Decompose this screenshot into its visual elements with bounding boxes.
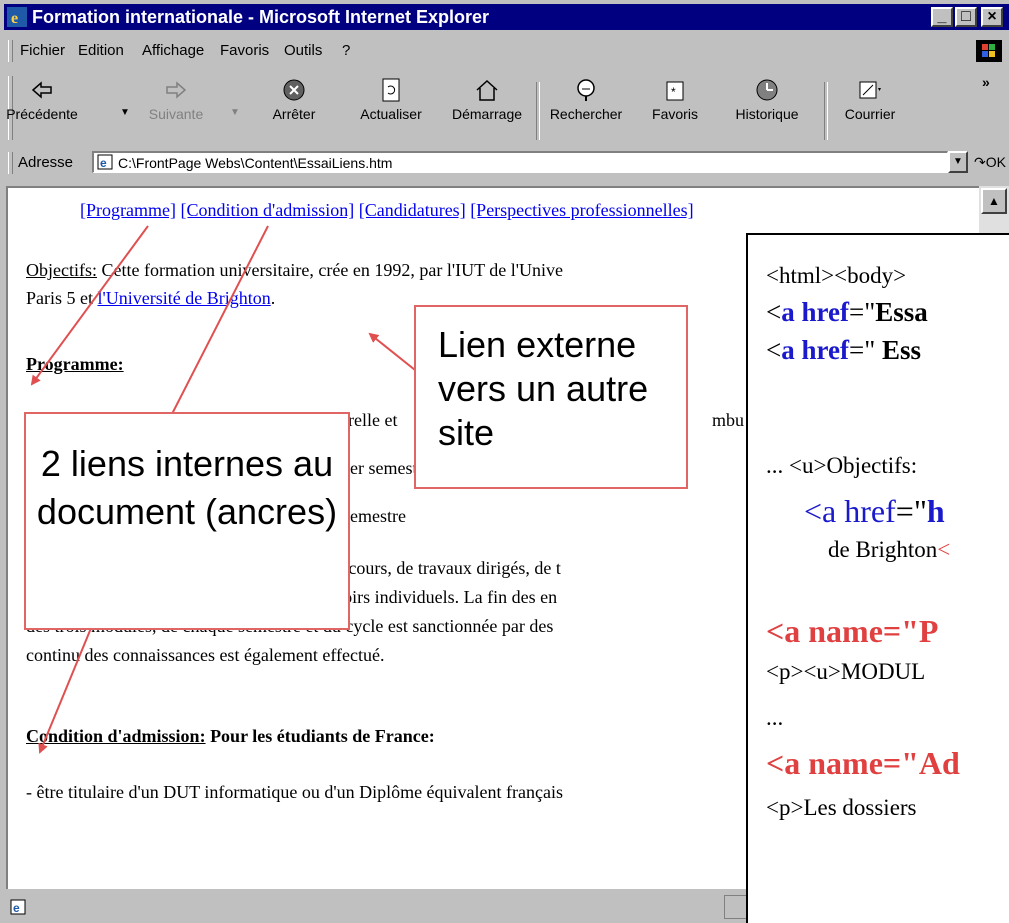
callout-internal-anchors: 2 liens internes au document (ancres)	[24, 412, 350, 630]
code-line: <a href="Essa	[766, 297, 928, 327]
arrow-to-brighton	[368, 332, 416, 371]
code-panel: <html><body> <a href="Essa <a href=" Ess…	[746, 233, 1009, 923]
code-line: <html><body>	[766, 263, 907, 288]
code-line: <a href="h	[804, 493, 945, 529]
code-line: ...	[766, 705, 784, 730]
code-line: <a href=" Ess	[766, 335, 922, 365]
callout-external-link: Lien externe vers un autre site	[414, 305, 688, 489]
code-line: <a name="P	[766, 613, 939, 649]
code-line: ... <u>Objectifs:	[766, 453, 918, 478]
code-line: <p>Les dossiers	[766, 795, 917, 820]
code-line: <p><u>MODUL	[766, 659, 926, 684]
arrow-from-condition	[171, 225, 269, 415]
code-line: <a name="Ad	[766, 745, 960, 781]
arrow-to-programme	[30, 225, 149, 386]
code-line: de Brighton<	[828, 537, 951, 562]
